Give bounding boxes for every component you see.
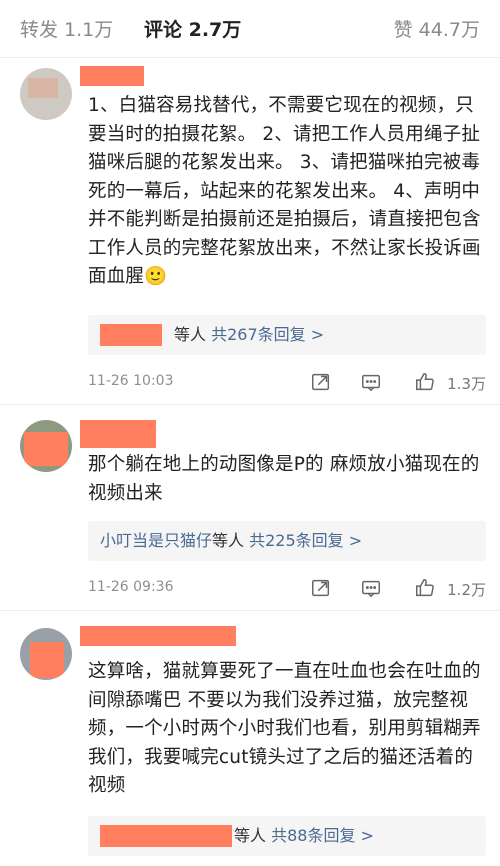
reply-suffix: 等人 [174,325,207,344]
reply-username[interactable]: 小叮当是只猫仔 [100,531,212,550]
comment-text: 那个躺在地上的动图像是P的 麻烦放小猫现在的视频出来 [88,454,480,504]
reply-count-link[interactable]: 共225条回复 > [249,531,362,550]
comment-meta: 11-26 10:03 1.3万 [88,371,488,395]
divider [0,404,500,405]
divider [0,610,500,611]
reply-preview[interactable]: 等人 共267条回复 > [88,315,486,355]
avatar[interactable] [20,420,72,472]
tab-repost[interactable]: 转发 1.1万 [20,18,113,42]
tab-comments[interactable]: 评论 2.7万 [144,18,241,42]
reply-preview[interactable]: 等人 共88条回复 > [88,816,486,856]
reply-username-redacted [100,324,162,346]
comment-time: 11-26 09:36 [88,579,174,595]
like-count: 1.2万 [447,581,486,599]
avatar[interactable] [20,628,72,680]
like-icon[interactable] [414,577,438,601]
comment-icon[interactable] [360,371,384,395]
tab-likes[interactable]: 赞 44.7万 [394,18,480,42]
comment-tabs: 转发 1.1万 评论 2.7万 赞 44.7万 [0,0,500,58]
reply-preview[interactable]: 小叮当是只猫仔等人 共225条回复 > [88,521,486,561]
reply-suffix: 等人 [212,531,245,550]
reply-count-link[interactable]: 共88条回复 > [271,826,374,845]
username-redacted[interactable] [80,626,236,646]
reply-username-redacted [100,825,232,847]
comment-icon[interactable] [360,577,384,601]
share-icon[interactable] [310,577,334,601]
comment-time: 11-26 10:03 [88,373,174,389]
username-redacted[interactable] [80,66,144,86]
comment-text: 1、白猫容易找替代，不需要它现在的视频，只要当时的拍摄花絮。 2、请把工作人员用… [88,95,481,287]
avatar[interactable] [20,68,72,120]
username-redacted[interactable] [80,420,156,448]
comment-text: 这算啥，猫就算要死了一直在吐血也会在吐血的间隙舔嘴巴 不要以为我们没养过猫，放完… [88,661,481,796]
reply-count-link[interactable]: 共267条回复 > [211,325,324,344]
like-icon[interactable] [414,371,438,395]
share-icon[interactable] [310,371,334,395]
reply-suffix: 等人 [234,826,267,845]
like-count: 1.3万 [447,375,486,393]
comment-meta: 11-26 09:36 1.2万 [88,577,488,601]
